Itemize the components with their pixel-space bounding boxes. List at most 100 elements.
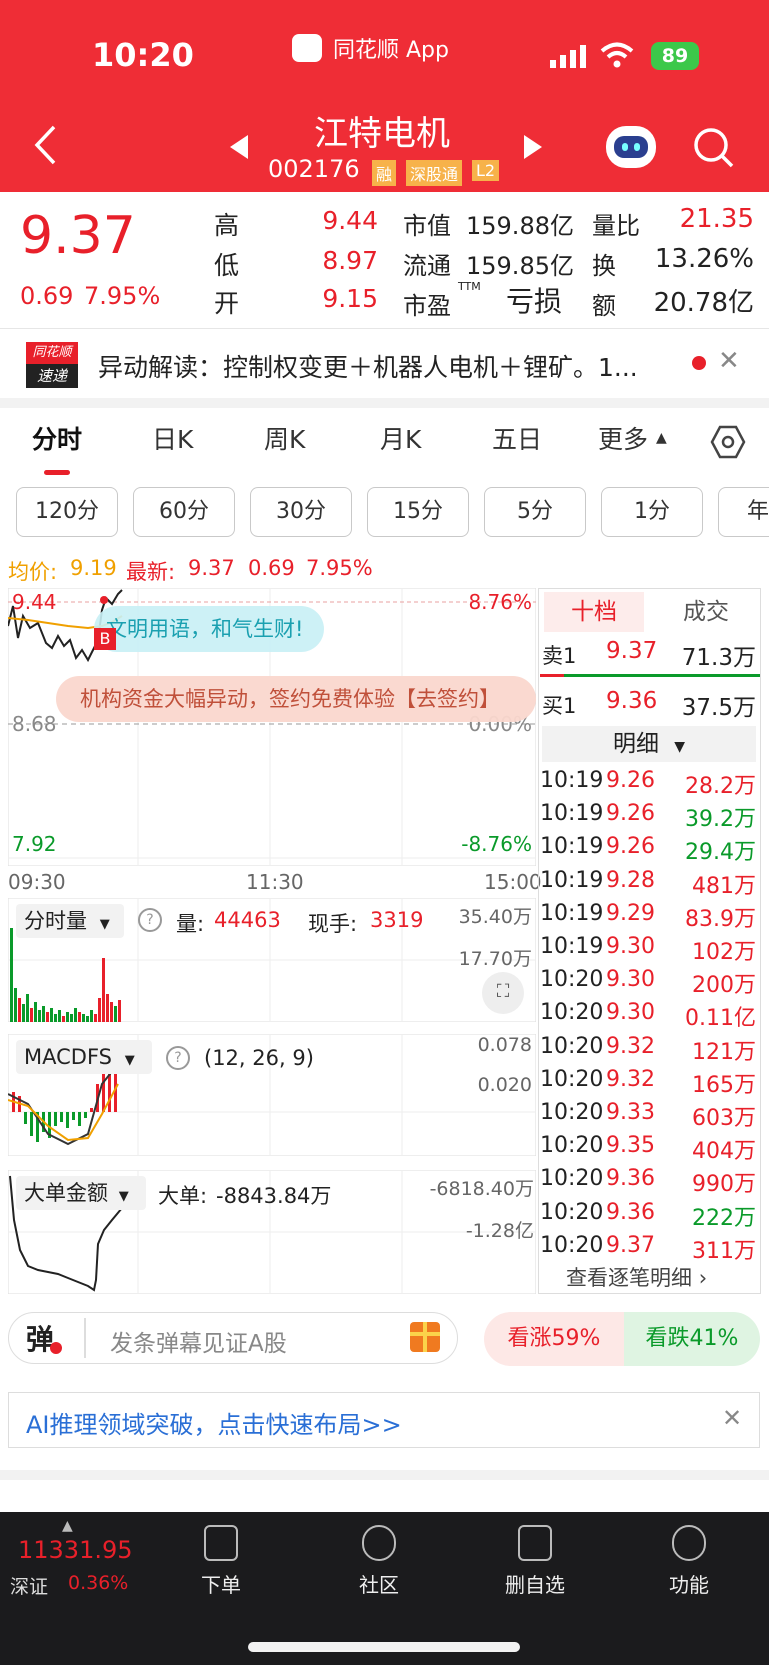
- danmu-bubble-2[interactable]: 机构资金大幅异动，签约免费体验【去签约】: [56, 676, 536, 722]
- trade-volume: 102万: [692, 940, 756, 965]
- search-icon[interactable]: [692, 126, 736, 170]
- back-icon[interactable]: [32, 124, 58, 166]
- tab-trades[interactable]: 成交: [656, 592, 756, 632]
- trade-volume: 404万: [692, 1139, 756, 1165]
- bullish-button[interactable]: 看涨59%: [484, 1312, 624, 1366]
- trade-volume: 0.11亿: [685, 1006, 756, 1032]
- stock-name: 江特电机: [314, 114, 450, 154]
- trade-time: 10:20: [540, 1166, 604, 1192]
- signal-icon: [550, 44, 590, 68]
- tab-intraday[interactable]: 分时: [32, 420, 82, 456]
- news-logo-top: 同花顺: [26, 342, 78, 364]
- volume-selector[interactable]: 分时量 ▼: [16, 904, 124, 938]
- next-stock-icon[interactable]: [522, 134, 544, 160]
- macd-selector[interactable]: MACDFS ▼: [16, 1040, 152, 1074]
- close-ad-icon[interactable]: ✕: [722, 1404, 742, 1432]
- volume-label: 量:: [176, 912, 205, 936]
- nav-functions[interactable]: 功能: [644, 1525, 734, 1598]
- close-news-icon[interactable]: ✕: [718, 346, 740, 376]
- trades-list: [0, 0, 1, 1]
- ad-text[interactable]: AI推理领域突破，点击快速布局>>: [26, 1405, 402, 1440]
- trade-time: 10:20: [540, 1232, 604, 1258]
- trade-volume: 222万: [692, 1205, 756, 1231]
- prev-stock-icon[interactable]: [228, 134, 250, 160]
- big-order-value: -8843.84万: [216, 1184, 332, 1208]
- divider: [0, 328, 769, 329]
- settings-icon[interactable]: [710, 424, 746, 460]
- danmu-placeholder[interactable]: 发条弹幕见证A股: [110, 1324, 287, 1358]
- x-axis-start: 09:30: [8, 870, 66, 894]
- view-tick-detail-link[interactable]: 查看逐笔明细 ›: [566, 1262, 707, 1292]
- current-price: 9.37: [20, 206, 136, 266]
- tab-weekly-k[interactable]: 周K: [264, 420, 305, 456]
- latest-value: 9.37: [188, 556, 235, 580]
- latest-point: [100, 596, 108, 604]
- period-120m[interactable]: 120分: [16, 487, 118, 537]
- quote-value-turnover: 13.26%: [654, 244, 754, 274]
- quote-label-high: 高: [214, 211, 240, 240]
- quote-value-amount: 20.78亿: [653, 288, 754, 318]
- ask1-volume: 71.3万: [681, 645, 756, 671]
- nav-community[interactable]: 社区: [334, 1525, 424, 1598]
- expand-up-icon[interactable]: ▲: [62, 1518, 73, 1534]
- period-15m[interactable]: 15分: [367, 487, 469, 537]
- trade-volume: 200万: [692, 973, 756, 999]
- period-1m[interactable]: 1分: [601, 487, 703, 537]
- help-icon[interactable]: ?: [138, 908, 162, 932]
- price-change: 0.69: [20, 282, 74, 310]
- status-app-name: 同花顺 App: [333, 38, 449, 63]
- quote-label-mktcap: 市值: [403, 212, 451, 240]
- tab-ten-level[interactable]: 十档: [544, 592, 644, 632]
- bid1-price: 9.36: [606, 688, 658, 714]
- home-indicator: [248, 1642, 520, 1652]
- quote-label-pe: 市盈: [403, 292, 451, 320]
- section-gap: [0, 398, 769, 408]
- period-5m[interactable]: 5分: [484, 487, 586, 537]
- index-value[interactable]: 11331.95: [18, 1536, 133, 1564]
- nav-order[interactable]: 下单: [176, 1525, 266, 1598]
- bearish-button[interactable]: 看跌41%: [624, 1312, 760, 1366]
- bid1-volume: 37.5万: [681, 695, 756, 721]
- trade-row: 10:19 9.29 83.9万: [540, 901, 760, 934]
- detail-selector[interactable]: 明细 ▼: [542, 726, 756, 762]
- trade-row: 10:20 9.30 0.11亿: [540, 1000, 760, 1033]
- trade-row: 10:19 9.26 28.2万: [540, 768, 760, 801]
- trade-row: 10:19 9.26 39.2万: [540, 801, 760, 834]
- tab-more[interactable]: 更多: [598, 420, 648, 456]
- index-pct: 0.36%: [68, 1572, 129, 1594]
- quote-value-pe: 亏损: [506, 285, 563, 318]
- ask1-label: 卖1: [542, 644, 577, 668]
- nav-remove-watchlist[interactable]: 删自选: [490, 1525, 580, 1598]
- period-30m[interactable]: 30分: [250, 487, 352, 537]
- pct-axis-low: -8.76%: [461, 832, 532, 856]
- trade-row: 10:20 9.32 165万: [540, 1067, 760, 1100]
- danmu-badge-icon: [50, 1342, 62, 1354]
- trade-time: 10:20: [540, 1199, 604, 1225]
- big-order-selector[interactable]: 大单金额 ▼: [16, 1176, 146, 1210]
- tab-five-day[interactable]: 五日: [492, 420, 542, 456]
- trade-row: 10:19 9.26 29.4万: [540, 834, 760, 867]
- tag-connect: 深股通: [406, 160, 463, 186]
- period-60m[interactable]: 60分: [133, 487, 235, 537]
- avg-value: 9.19: [70, 556, 117, 580]
- help-icon[interactable]: ?: [166, 1046, 190, 1070]
- expand-chart-icon[interactable]: ⛶: [482, 972, 524, 1014]
- trade-time: 10:20: [540, 1066, 604, 1092]
- tab-daily-k[interactable]: 日K: [152, 420, 193, 456]
- trade-time: 10:19: [540, 834, 604, 860]
- trade-price: 9.36: [606, 1199, 655, 1225]
- nav-order-label: 下单: [201, 1573, 241, 1597]
- news-headline[interactable]: 异动解读：控制权变更＋机器人电机＋锂矿。1...: [98, 348, 678, 384]
- robot-assistant-icon[interactable]: [606, 126, 656, 168]
- period-year[interactable]: 年: [718, 487, 769, 537]
- x-axis-end: 15:00: [484, 870, 542, 894]
- trade-volume: 165万: [692, 1072, 756, 1098]
- trade-time: 10:20: [540, 1100, 604, 1125]
- tab-monthly-k[interactable]: 月K: [380, 420, 421, 456]
- trade-price: 9.26: [606, 768, 655, 793]
- trade-row: 10:20 9.33 603万: [540, 1100, 760, 1133]
- danmu-icon: 弹: [26, 1323, 55, 1356]
- community-star-icon: [362, 1525, 396, 1561]
- hand-value: 3319: [370, 908, 424, 932]
- gift-icon[interactable]: [410, 1322, 440, 1352]
